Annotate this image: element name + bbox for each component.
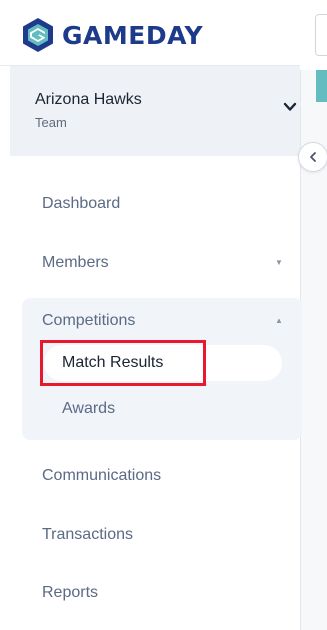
content-accent-bar — [316, 66, 327, 102]
gameday-logo-icon — [23, 18, 53, 52]
brand-name: GAMEDAY — [62, 20, 204, 50]
nav-item-reports[interactable]: Reports — [42, 584, 98, 602]
nav-item-members[interactable]: Members — [42, 254, 109, 272]
highlight-annotation — [40, 340, 206, 386]
caret-up-icon[interactable]: ▲ — [275, 316, 283, 325]
collapse-sidebar-button[interactable] — [298, 142, 327, 172]
top-header: GAMEDAY — [0, 0, 327, 70]
nav-item-awards[interactable]: Awards — [62, 400, 115, 418]
chevron-down-icon[interactable] — [282, 100, 298, 114]
nav-item-competitions[interactable]: Competitions — [42, 312, 135, 330]
nav-item-dashboard[interactable]: Dashboard — [42, 195, 120, 213]
caret-down-icon[interactable]: ▼ — [275, 258, 283, 267]
nav-item-communications[interactable]: Communications — [42, 467, 161, 485]
brand-logo[interactable]: GAMEDAY — [22, 17, 203, 53]
nav-item-transactions[interactable]: Transactions — [42, 526, 133, 544]
team-name: Arizona Hawks — [35, 91, 142, 108]
chevron-left-icon — [310, 152, 316, 162]
team-type: Team — [35, 115, 67, 130]
team-switcher[interactable]: Arizona Hawks Team — [10, 66, 300, 156]
header-control[interactable] — [315, 14, 327, 56]
